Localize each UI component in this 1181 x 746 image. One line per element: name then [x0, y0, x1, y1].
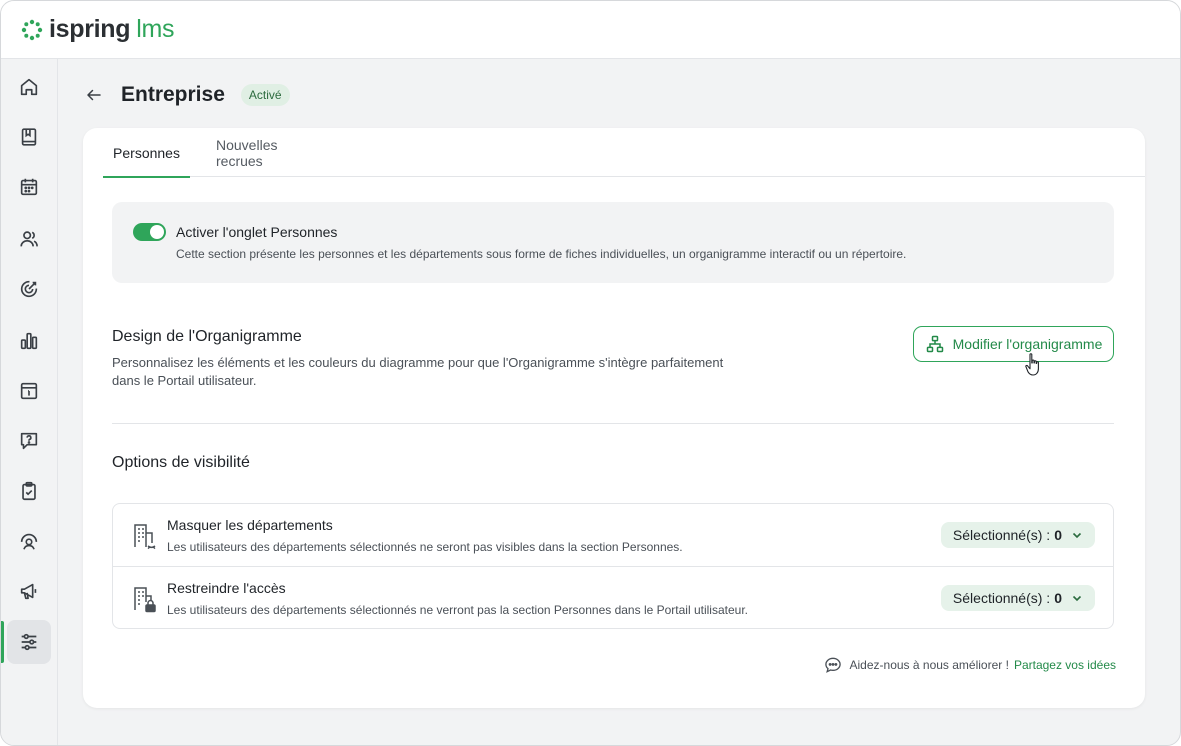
select-count: 0: [1054, 527, 1062, 543]
select-label: Sélectionné(s) :: [952, 527, 1051, 543]
app-window: ispring lms Entreprise Activé Personnes …: [0, 0, 1181, 746]
select-label: Sélectionné(s) :: [952, 590, 1051, 606]
restrict-access-select[interactable]: Sélectionné(s) : 0: [940, 585, 1095, 611]
section-divider: [112, 423, 1114, 424]
top-bar: ispring lms: [1, 1, 1180, 59]
user-progress-icon: [20, 533, 38, 550]
enable-people-toggle[interactable]: [133, 223, 166, 241]
enable-people-description: Cette section présente les personnes et …: [176, 247, 907, 261]
main-content: Entreprise Activé Personnes Nouvelles re…: [59, 59, 1180, 745]
hand-cursor-icon: [1025, 353, 1039, 376]
edit-orgchart-label: Modifier l'organigramme: [952, 336, 1103, 352]
book-icon: [21, 128, 37, 146]
sidebar-item-progress[interactable]: [7, 519, 51, 563]
info-calendar-icon: [20, 382, 38, 400]
sidebar-item-library[interactable]: [7, 115, 51, 159]
users-icon: [20, 231, 38, 247]
arrow-left-icon: [87, 89, 101, 101]
sidebar-item-info[interactable]: [7, 369, 51, 413]
building-hidden-icon: [134, 524, 156, 550]
edit-orgchart-button[interactable]: Modifier l'organigramme: [913, 326, 1114, 362]
building-lock-icon: [134, 587, 156, 613]
page-header: Entreprise Activé: [83, 83, 290, 107]
logo[interactable]: ispring lms: [21, 15, 175, 44]
settings-sliders-icon: [21, 633, 37, 651]
option-title: Masquer les départements: [167, 517, 333, 533]
calendar-icon: [20, 178, 38, 196]
logo-text: ispring lms: [49, 15, 175, 44]
option-row-restrict-access: Restreindre l'accès Les utilisateurs des…: [113, 566, 1113, 628]
tab-personnes[interactable]: Personnes: [103, 128, 190, 178]
orgchart-icon: [926, 335, 943, 353]
tab-bar: Personnes Nouvelles recrues: [103, 128, 1145, 178]
select-count: 0: [1054, 590, 1062, 606]
chevron-down-icon: [1072, 532, 1082, 539]
org-design-description: Personnalisez les éléments et les couleu…: [112, 355, 724, 388]
page-title: Entreprise: [121, 83, 225, 106]
enable-section-panel: Activer l'onglet Personnes Cette section…: [112, 202, 1114, 283]
clipboard-check-icon: [22, 481, 36, 501]
sidebar-item-home[interactable]: [7, 65, 51, 109]
hide-departments-select[interactable]: Sélectionné(s) : 0: [940, 522, 1095, 548]
feedback-text: Aidez-nous à nous améliorer !: [849, 658, 1009, 672]
visibility-options: Masquer les départements Les utilisateur…: [112, 503, 1114, 629]
org-design-title: Design de l'Organigramme: [112, 328, 302, 345]
tab-nouvelles-recrues[interactable]: Nouvelles recrues: [216, 128, 324, 177]
bar-chart-icon: [20, 332, 38, 350]
sidebar-item-users[interactable]: [7, 217, 51, 261]
home-icon: [20, 78, 38, 96]
feedback-row: Aidez-nous à nous améliorer ! Partagez v…: [823, 655, 1116, 675]
question-icon: [20, 432, 38, 450]
settings-card: Personnes Nouvelles recrues Activer l'on…: [83, 128, 1145, 708]
sidebar-item-calendar[interactable]: [7, 165, 51, 209]
megaphone-icon: [20, 583, 37, 600]
chat-bubble-icon: [824, 657, 841, 673]
option-title: Restreindre l'accès: [167, 580, 286, 596]
option-row-hide-departments: Masquer les départements Les utilisateur…: [113, 504, 1113, 566]
sidebar-active-indicator: [1, 621, 4, 663]
sidebar-item-questions[interactable]: [7, 419, 51, 463]
logo-sub: lms: [136, 15, 175, 43]
share-ideas-link[interactable]: Partagez vos idées: [1014, 658, 1116, 672]
sidebar-item-goals[interactable]: [7, 267, 51, 311]
sidebar-item-settings[interactable]: [7, 620, 51, 664]
option-description: Les utilisateurs des départements sélect…: [167, 603, 748, 617]
enable-people-title: Activer l'onglet Personnes: [176, 224, 338, 240]
visibility-title: Options de visibilité: [112, 454, 250, 471]
sidebar: [1, 59, 58, 745]
sidebar-item-assignments[interactable]: [7, 469, 51, 513]
option-description: Les utilisateurs des départements sélect…: [167, 540, 683, 554]
status-badge: Activé: [240, 84, 290, 106]
target-icon: [20, 280, 38, 298]
logo-main: ispring: [49, 15, 131, 43]
chevron-down-icon: [1072, 595, 1082, 602]
sidebar-item-reports[interactable]: [7, 319, 51, 363]
back-button[interactable]: [83, 84, 105, 106]
sidebar-item-announcements[interactable]: [7, 569, 51, 613]
ispring-logo-icon: [21, 19, 43, 40]
